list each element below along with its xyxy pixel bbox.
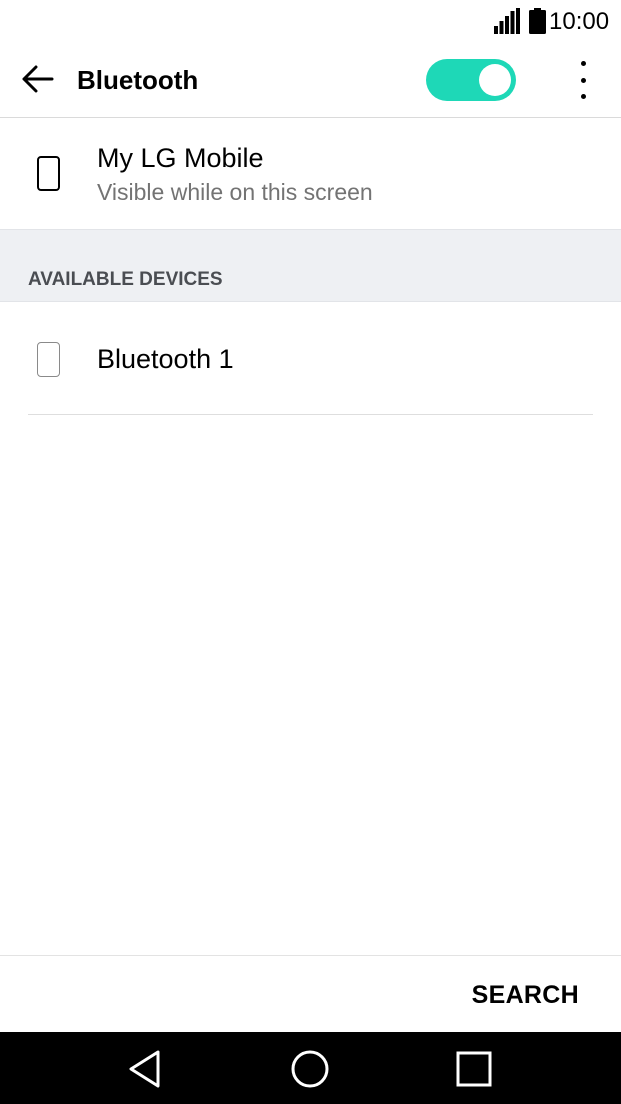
list-item[interactable]: Bluetooth 1 <box>0 303 621 414</box>
square-recents-icon <box>456 1051 492 1087</box>
search-button[interactable]: SEARCH <box>472 980 579 1010</box>
toggle-knob <box>479 64 511 96</box>
signal-icon <box>494 8 520 34</box>
my-device-visibility: Visible while on this screen <box>97 179 373 205</box>
bottom-action-bar: SEARCH <box>0 955 621 1032</box>
nav-back-button[interactable] <box>124 1047 168 1091</box>
more-vert-icon-dot <box>580 77 586 83</box>
bluetooth-toggle[interactable] <box>426 59 516 101</box>
phone-icon <box>37 342 60 377</box>
triangle-back-icon <box>129 1050 160 1088</box>
nav-recents-button[interactable] <box>452 1047 496 1091</box>
circle-home-icon <box>291 1050 329 1088</box>
app-bar: Bluetooth <box>0 44 621 118</box>
arrow-left-icon <box>22 65 54 93</box>
my-device-row[interactable]: My LG Mobile Visible while on this scree… <box>0 118 621 229</box>
phone-icon <box>37 156 60 191</box>
nav-home-button[interactable] <box>288 1047 332 1091</box>
my-device-name: My LG Mobile <box>97 143 264 173</box>
bluetooth-settings-screen: 10:00 Bluetooth My LG Mobile Visible whi… <box>0 0 621 1104</box>
section-title: AVAILABLE DEVICES <box>28 269 223 290</box>
status-time: 10:00 <box>549 8 610 35</box>
navigation-bar <box>0 1032 621 1104</box>
divider <box>28 414 593 415</box>
status-bar: 10:00 <box>0 0 621 44</box>
available-device-name: Bluetooth 1 <box>97 344 234 374</box>
available-devices-header: AVAILABLE DEVICES <box>0 229 621 302</box>
more-vert-icon-dot <box>580 94 586 99</box>
more-options-button[interactable] <box>566 58 600 102</box>
more-vert-icon <box>580 61 586 66</box>
back-button[interactable] <box>18 59 58 99</box>
page-title: Bluetooth <box>77 65 199 95</box>
battery-icon <box>529 8 546 34</box>
